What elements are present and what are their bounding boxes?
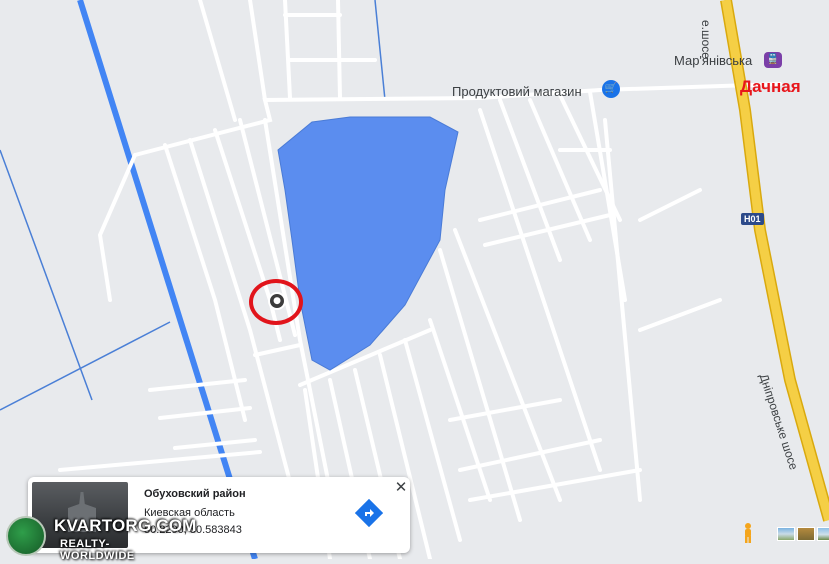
- map-svg: [0, 0, 829, 561]
- watermark-main: KVARTORG.COM: [54, 516, 197, 535]
- directions-icon[interactable]: [354, 498, 384, 528]
- imagery-thumbnail-3[interactable]: [817, 527, 829, 541]
- shopping-cart-icon[interactable]: 🛒: [602, 80, 620, 98]
- highway-shield: H01: [741, 213, 764, 225]
- highlight-label: Дачная: [740, 77, 801, 96]
- close-icon[interactable]: ✕: [394, 480, 408, 495]
- imagery-thumbnail-1[interactable]: [777, 527, 795, 541]
- pegman-icon[interactable]: [741, 522, 755, 544]
- watermark: KVARTORG.COM REALTY-WORLDWIDE: [0, 512, 196, 562]
- map-controls: [741, 522, 829, 546]
- map-canvas[interactable]: [0, 0, 829, 561]
- location-pin-icon[interactable]: ●: [268, 292, 286, 310]
- info-title: Обуховский район: [144, 488, 246, 500]
- poi-store-label[interactable]: Продуктовий магазин: [452, 84, 582, 99]
- imagery-thumbnail-2[interactable]: [797, 527, 815, 541]
- road-label-top: e.шосе: [699, 20, 713, 59]
- watermark-logo: [6, 516, 46, 556]
- train-station-icon[interactable]: 🚆: [764, 52, 782, 68]
- watermark-sub: REALTY-WORLDWIDE: [60, 538, 135, 562]
- station-label[interactable]: Мар'янівська: [674, 53, 752, 68]
